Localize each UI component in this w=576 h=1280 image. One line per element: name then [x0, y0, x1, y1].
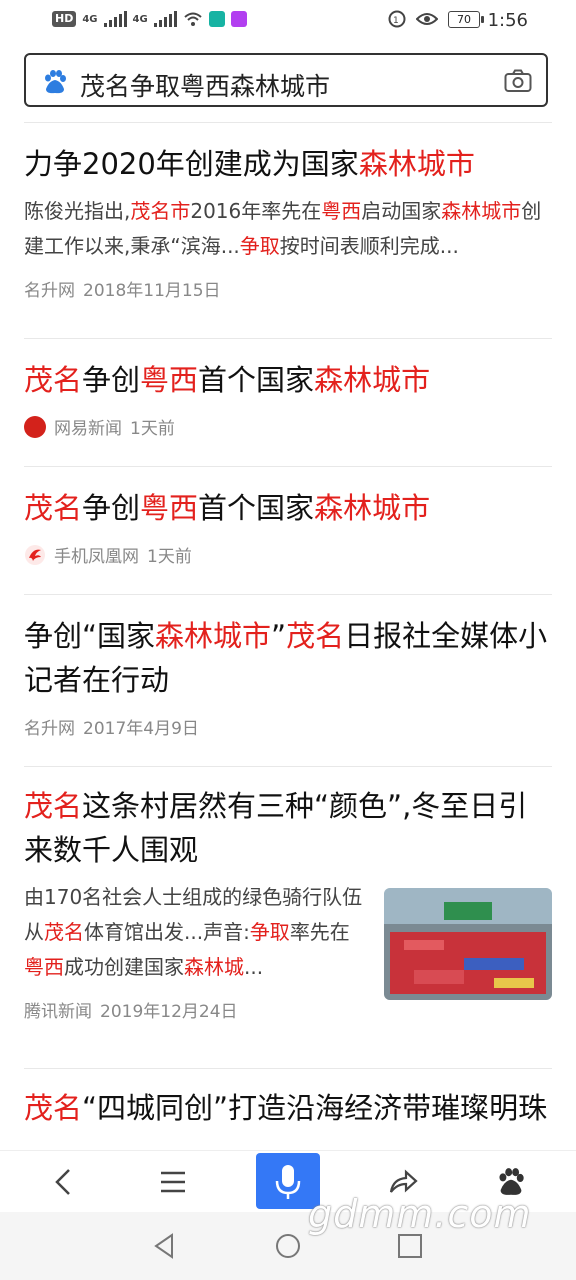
app-notification-icon-2 — [230, 11, 247, 27]
abstract-text: 体育馆出发...声音: — [84, 920, 250, 944]
status-bar: HD 4G 4G 1 70 1:56 — [0, 0, 576, 42]
result-title-text[interactable]: 首个国家 — [198, 363, 314, 397]
result-abstract: 由170名社会人士组成的绿色骑行队伍从茂名体育馆出发...声音:争取率先在粤西成… — [24, 880, 364, 985]
result-title-highlight[interactable]: 森林城市 — [314, 491, 430, 525]
divider — [24, 766, 552, 767]
search-result[interactable]: 茂名争创粤西首个国家森林城市 手机凤凰网 1天前 — [24, 486, 552, 567]
result-title-text[interactable]: 争创 — [82, 491, 140, 525]
abstract-highlight: 茂名 — [44, 920, 84, 944]
result-date: 1天前 — [147, 547, 192, 567]
eye-icon — [416, 13, 438, 25]
result-meta: 腾讯新闻 2019年12月24日 — [24, 997, 552, 1022]
back-button[interactable] — [38, 1157, 88, 1207]
result-title-highlight[interactable]: 茂名 — [24, 1091, 82, 1125]
search-box[interactable]: 茂名争取粤西森林城市 — [24, 53, 548, 107]
abstract-highlight: 茂名市 — [130, 199, 191, 223]
clock: 1:56 — [487, 10, 528, 31]
network-4g-label: 4G — [82, 13, 98, 25]
abstract-highlight: 争取 — [239, 234, 280, 258]
result-title-highlight[interactable]: 森林城市 — [155, 619, 271, 653]
network-4g-label-2: 4G — [132, 13, 148, 25]
data-saver-icon: 1 — [388, 10, 406, 28]
signal-icon — [103, 11, 127, 27]
result-date: 1天前 — [130, 419, 175, 439]
hd-badge: HD — [52, 11, 77, 27]
back-icon — [55, 1169, 70, 1195]
abstract-highlight: 粤西 — [24, 955, 64, 979]
abstract-text: 成功创建国家 — [64, 955, 184, 979]
result-title-highlight[interactable]: 茂名 — [24, 363, 82, 397]
search-result[interactable]: 茂名这条村居然有三种“颜色”,冬至日引来数千人围观 由170名社会人士组成的绿色… — [24, 784, 552, 1054]
result-abstract: 陈俊光指出,茂名市2016年率先在粤西启动国家森林城市创建工作以来,秉承“滨海.… — [24, 194, 552, 264]
result-date: 2018年11月15日 — [83, 281, 221, 301]
result-title-text[interactable]: 这条村居然有三种“颜色”,冬至日引来数千人围观 — [24, 789, 527, 867]
result-title-text[interactable]: “四城同创”打造沿海经济带璀璨明珠 — [82, 1091, 547, 1125]
result-title-text[interactable]: ” — [271, 619, 286, 653]
search-result[interactable]: 茂名“四城同创”打造沿海经济带璀璨明珠 — [24, 1086, 552, 1150]
result-thumbnail-image[interactable] — [384, 888, 552, 1000]
result-title[interactable]: 茂名这条村居然有三种“颜色”,冬至日引来数千人围观 — [24, 784, 552, 872]
divider — [24, 1068, 552, 1069]
phoenix-logo-icon — [25, 544, 45, 565]
result-meta: 名升网 2017年4月9日 — [24, 714, 552, 739]
abstract-text: 率先在 — [289, 920, 350, 944]
result-title-highlight[interactable]: 森林城市 — [359, 147, 475, 181]
menu-button[interactable] — [148, 1157, 198, 1207]
abstract-text: ... — [244, 955, 264, 979]
result-source: 名升网 — [24, 281, 75, 301]
wifi-icon — [184, 12, 202, 26]
result-title[interactable]: 力争2020年创建成为国家森林城市 — [24, 142, 552, 186]
divider — [24, 466, 552, 467]
result-title-highlight[interactable]: 粤西 — [140, 363, 198, 397]
result-title-text[interactable]: 争创“国家 — [24, 619, 155, 653]
result-meta: 网易新闻 1天前 — [24, 414, 552, 439]
result-title-text[interactable]: 力争2020年创建成为国家 — [24, 147, 359, 181]
abstract-text: 陈俊光指出, — [24, 199, 131, 223]
result-title-highlight[interactable]: 森林城市 — [314, 363, 430, 397]
abstract-text: 按时间表顺利完成... — [279, 234, 459, 258]
result-source: 名升网 — [24, 719, 75, 739]
result-title-highlight[interactable]: 茂名 — [24, 789, 82, 823]
result-meta: 名升网 2018年11月15日 — [24, 276, 552, 301]
result-title[interactable]: 茂名争创粤西首个国家森林城市 — [24, 486, 552, 530]
result-title-text[interactable]: 争创 — [82, 363, 140, 397]
abstract-text: 启动国家 — [361, 199, 442, 223]
search-result[interactable]: 争创“国家森林城市”茂名日报社全媒体小记者在行动 名升网 2017年4月9日 — [24, 614, 552, 739]
abstract-highlight: 粤西 — [321, 199, 362, 223]
camera-icon[interactable] — [504, 69, 532, 93]
search-query[interactable]: 茂名争取粤西森林城市 — [80, 67, 330, 103]
result-date: 2019年12月24日 — [100, 1002, 238, 1022]
search-result[interactable]: 茂名争创粤西首个国家森林城市 网易新闻 1天前 — [24, 358, 552, 439]
result-date: 2017年4月9日 — [83, 719, 199, 739]
result-title-highlight[interactable]: 粤西 — [140, 491, 198, 525]
abstract-highlight: 森林城市 — [441, 199, 522, 223]
result-source: 腾讯新闻 — [24, 1002, 92, 1022]
result-source: 网易新闻 — [54, 419, 122, 439]
menu-icon — [161, 1171, 185, 1193]
divider — [24, 594, 552, 595]
baidu-paw-icon — [45, 70, 66, 94]
result-title[interactable]: 茂名争创粤西首个国家森林城市 — [24, 358, 552, 402]
result-title-highlight[interactable]: 茂名 — [286, 619, 344, 653]
abstract-highlight: 森林城 — [184, 955, 244, 979]
watermark: gdmm.com — [308, 1192, 532, 1236]
battery-icon: 70 — [448, 10, 484, 28]
search-result[interactable]: 力争2020年创建成为国家森林城市 陈俊光指出,茂名市2016年率先在粤西启动国… — [24, 142, 552, 301]
divider — [24, 122, 552, 123]
result-title[interactable]: 茂名“四城同创”打造沿海经济带璀璨明珠 — [24, 1086, 552, 1130]
result-meta: 手机凤凰网 1天前 — [24, 542, 552, 567]
abstract-text: 2016年率先在 — [190, 199, 322, 223]
result-title-highlight[interactable]: 茂名 — [24, 491, 82, 525]
system-home-icon[interactable] — [272, 1230, 304, 1262]
netease-logo-icon — [24, 415, 46, 438]
system-back-icon[interactable] — [148, 1230, 180, 1262]
result-source: 手机凤凰网 — [54, 547, 139, 567]
app-notification-icon — [208, 11, 225, 27]
signal-icon-2 — [153, 11, 177, 27]
svg-text:1: 1 — [393, 16, 399, 26]
result-title-text[interactable]: 首个国家 — [198, 491, 314, 525]
divider — [24, 338, 552, 339]
result-title[interactable]: 争创“国家森林城市”茂名日报社全媒体小记者在行动 — [24, 614, 552, 702]
abstract-highlight: 争取 — [249, 920, 290, 944]
